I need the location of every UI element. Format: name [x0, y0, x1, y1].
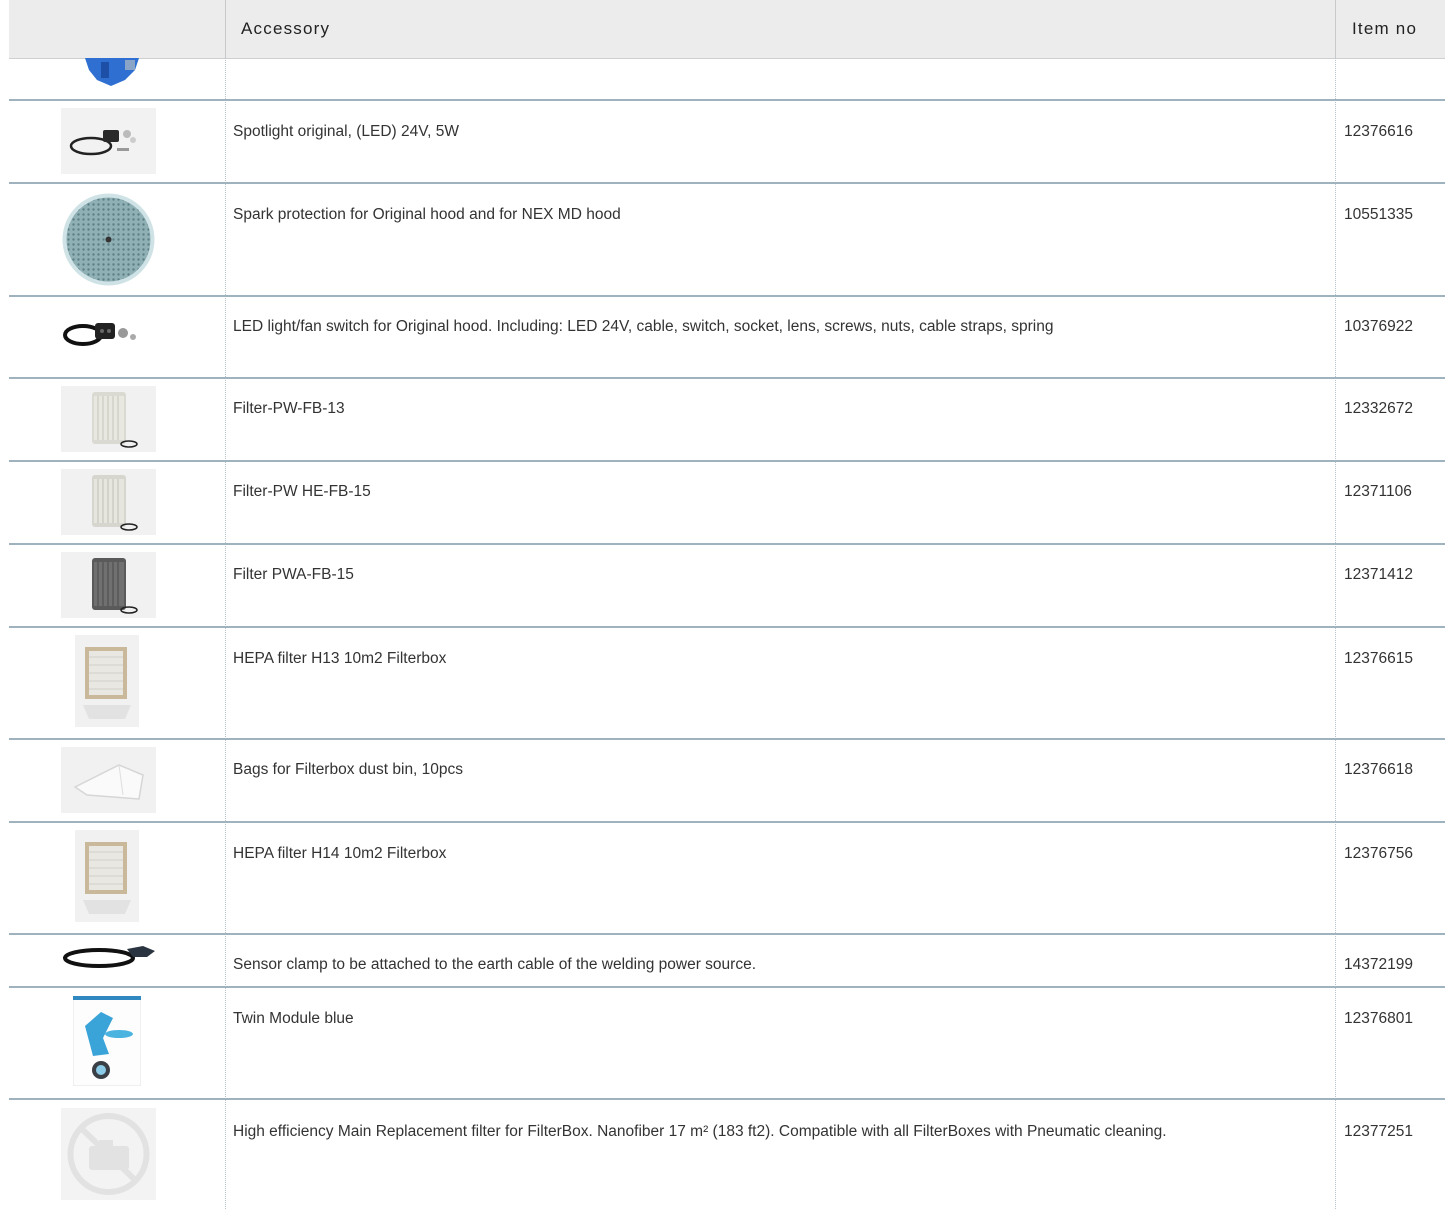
item-number: 10551335 [1344, 206, 1413, 223]
item-number: 10376922 [1344, 318, 1413, 335]
accessory-description: HEPA filter H14 10m2 Filterbox [233, 845, 447, 862]
table-row[interactable]: LED light/fan switch for Original hood. … [9, 297, 1445, 379]
item-number: 12376616 [1344, 123, 1413, 140]
item-number: 12371412 [1344, 566, 1413, 583]
cartridge-filter-icon [61, 386, 156, 452]
spark-protection-icon [61, 192, 156, 287]
header-divider [225, 0, 226, 58]
item-number: 12376618 [1344, 761, 1413, 778]
table-row[interactable]: Filter PWA-FB-15 12371412 [9, 545, 1445, 628]
header-divider [1335, 0, 1336, 58]
accessory-description: Sensor clamp to be attached to the earth… [233, 956, 757, 973]
table-row[interactable]: Sensor clamp to be attached to the earth… [9, 935, 1445, 988]
accessory-description: Spotlight original, (LED) 24V, 5W [233, 123, 460, 140]
table-row[interactable]: Filter-PW-FB-13 12332672 [9, 379, 1445, 462]
table-row[interactable]: Bags for Filterbox dust bin, 10pcs 12376… [9, 740, 1445, 823]
cartridge-filter-icon [61, 469, 156, 535]
table-row[interactable] [9, 58, 1445, 101]
accessory-description: High efficiency Main Replacement filter … [233, 1123, 1167, 1140]
item-number: 14372199 [1344, 956, 1413, 973]
item-number: 12376756 [1344, 845, 1413, 862]
accessory-description: Spark protection for Original hood and f… [233, 206, 621, 223]
header-accessory: Accessory [241, 19, 331, 38]
header-item-no: Item no [1352, 19, 1418, 38]
led-switch-kit-icon [61, 313, 156, 353]
accessory-description: Filter-PW-FB-13 [233, 400, 345, 417]
item-number: 12332672 [1344, 400, 1413, 417]
no-image-icon [61, 1108, 156, 1200]
table-row[interactable]: HEPA filter H13 10m2 Filterbox 12376615 [9, 628, 1445, 740]
hepa-filter-icon [75, 635, 139, 727]
sensor-clamp-icon [61, 941, 156, 971]
accessory-description: Twin Module blue [233, 1010, 354, 1027]
item-number: 12376801 [1344, 1010, 1413, 1027]
table-row[interactable]: High efficiency Main Replacement filter … [9, 1100, 1445, 1209]
accessory-description: Filter-PW HE-FB-15 [233, 483, 371, 500]
accessory-description: Filter PWA-FB-15 [233, 566, 354, 583]
dust-bag-icon [61, 747, 156, 813]
table-row[interactable]: Spotlight original, (LED) 24V, 5W 123766… [9, 101, 1445, 184]
accessory-description: LED light/fan switch for Original hood. … [233, 318, 1054, 335]
carbon-filter-icon [61, 552, 156, 618]
hepa-filter-icon [75, 830, 139, 922]
twin-module-icon [73, 996, 141, 1086]
table-row[interactable]: Twin Module blue 12376801 [9, 988, 1445, 1100]
item-number: 12376615 [1344, 650, 1413, 667]
table-row[interactable]: Filter-PW HE-FB-15 12371106 [9, 462, 1445, 545]
accessory-description: Bags for Filterbox dust bin, 10pcs [233, 761, 464, 778]
spotlight-icon [61, 108, 156, 174]
item-number: 12371106 [1344, 483, 1412, 500]
table-row[interactable]: HEPA filter H14 10m2 Filterbox 12376756 [9, 823, 1445, 935]
item-number: 12377251 [1344, 1123, 1413, 1140]
table-row[interactable]: Spark protection for Original hood and f… [9, 184, 1445, 297]
blue-module-partial-icon [81, 58, 143, 88]
accessory-description: HEPA filter H13 10m2 Filterbox [233, 650, 447, 667]
